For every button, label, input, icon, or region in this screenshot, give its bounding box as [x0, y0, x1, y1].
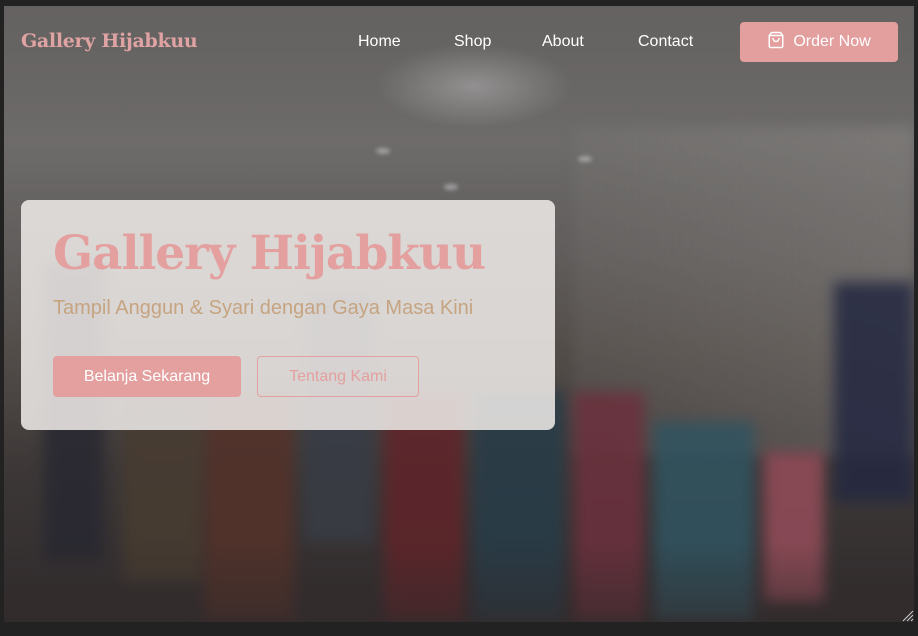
nav-link-home[interactable]: Home: [358, 33, 401, 51]
page-viewport: Gallery Hijabkuu Home Shop About Contact…: [4, 6, 914, 622]
hero-subtitle: Tampil Anggun & Syari dengan Gaya Masa K…: [53, 297, 474, 319]
browser-frame: Gallery Hijabkuu Home Shop About Contact…: [0, 0, 918, 636]
shopping-bag-icon: [767, 31, 785, 54]
nav-link-about[interactable]: About: [542, 33, 584, 51]
nav-link-shop[interactable]: Shop: [454, 33, 491, 51]
shop-now-button[interactable]: Belanja Sekarang: [53, 356, 241, 397]
brand-logo[interactable]: Gallery Hijabkuu: [21, 30, 198, 52]
resize-handle-icon[interactable]: [900, 608, 914, 622]
hero-title: Gallery Hijabkuu: [53, 226, 486, 281]
hero-card: Gallery Hijabkuu Tampil Anggun & Syari d…: [21, 200, 555, 430]
top-navbar: Gallery Hijabkuu Home Shop About Contact…: [4, 6, 914, 78]
nav-link-contact[interactable]: Contact: [638, 33, 693, 51]
about-us-button[interactable]: Tentang Kami: [257, 356, 419, 397]
order-now-label: Order Now: [793, 33, 871, 50]
order-now-button[interactable]: Order Now: [740, 22, 898, 62]
